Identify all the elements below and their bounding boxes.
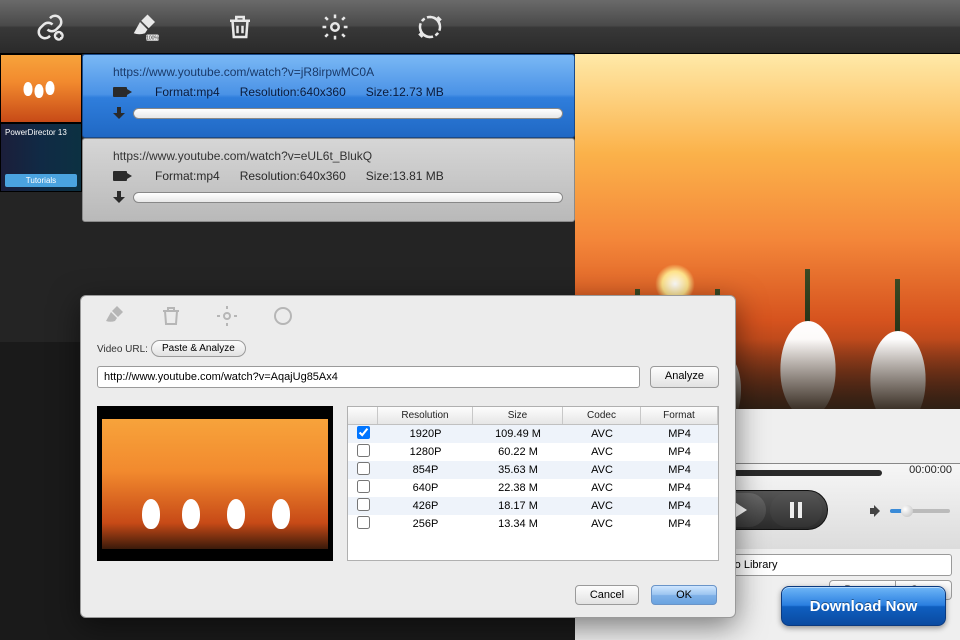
col-resolution[interactable]: Resolution xyxy=(378,407,473,424)
row-checkbox[interactable] xyxy=(357,444,370,457)
add-url-button[interactable] xyxy=(30,7,70,47)
svg-text:100%: 100% xyxy=(146,35,159,41)
download-icon xyxy=(113,191,125,203)
table-row[interactable]: 640P22.38 MAVCMP4 xyxy=(348,479,718,497)
cell-format: MP4 xyxy=(641,464,718,476)
queue-resolution: Resolution:640x360 xyxy=(240,85,346,99)
table-row[interactable]: 1920P109.49 MAVCMP4 xyxy=(348,425,718,443)
cell-size: 22.38 M xyxy=(473,482,563,494)
volume-control[interactable] xyxy=(870,504,950,518)
dialog-thumbnail xyxy=(97,406,333,561)
thumb-caption: PowerDirector 13 xyxy=(5,128,77,137)
pause-button[interactable] xyxy=(770,493,822,527)
thumb-caption: Tutorials xyxy=(5,174,77,187)
video-url-label: Video URL: xyxy=(97,344,148,355)
speaker-icon xyxy=(870,504,884,518)
video-icon xyxy=(113,87,127,97)
clean-brush-icon xyxy=(103,304,127,328)
trash-icon xyxy=(225,12,255,42)
queue-size: Size:12.73 MB xyxy=(366,85,444,99)
cell-format: MP4 xyxy=(641,518,718,530)
cell-codec: AVC xyxy=(563,482,641,494)
cell-size: 35.63 M xyxy=(473,464,563,476)
queue-format: Format:mp4 xyxy=(155,169,220,183)
cell-format: MP4 xyxy=(641,500,718,512)
progress-bar xyxy=(133,192,563,203)
link-add-icon xyxy=(35,12,65,42)
queue-resolution: Resolution:640x360 xyxy=(240,169,346,183)
cell-size: 109.49 M xyxy=(473,428,563,440)
dialog-toolbar xyxy=(81,296,735,336)
queue-format: Format:mp4 xyxy=(155,85,220,99)
ok-button[interactable]: OK xyxy=(651,585,717,605)
cell-codec: AVC xyxy=(563,446,641,458)
gear-icon xyxy=(215,304,239,328)
row-checkbox[interactable] xyxy=(357,480,370,493)
thumbnail-strip: PowerDirector 13 Tutorials xyxy=(0,54,82,192)
queue-url: https://www.youtube.com/watch?v=jR8irpwM… xyxy=(83,55,574,85)
table-row[interactable]: 854P35.63 MAVCMP4 xyxy=(348,461,718,479)
paste-analyze-button[interactable]: Paste & Analyze xyxy=(151,340,246,357)
resolution-table: Resolution Size Codec Format 1920P109.49… xyxy=(347,406,719,561)
cell-size: 60.22 M xyxy=(473,446,563,458)
video-url-input[interactable] xyxy=(97,366,640,388)
volume-slider[interactable] xyxy=(890,509,950,513)
cell-resolution: 426P xyxy=(378,500,473,512)
main-toolbar: 100% xyxy=(0,0,960,54)
row-checkbox[interactable] xyxy=(357,516,370,529)
row-checkbox[interactable] xyxy=(357,426,370,439)
trash-icon xyxy=(159,304,183,328)
row-checkbox[interactable] xyxy=(357,498,370,511)
queue-item[interactable]: https://www.youtube.com/watch?v=eUL6t_Bl… xyxy=(82,138,575,222)
clean-button[interactable]: 100% xyxy=(125,7,165,47)
row-checkbox[interactable] xyxy=(357,462,370,475)
progress-bar xyxy=(133,108,563,119)
table-row[interactable]: 256P13.34 MAVCMP4 xyxy=(348,515,718,533)
table-row[interactable]: 426P18.17 MAVCMP4 xyxy=(348,497,718,515)
clean-brush-icon: 100% xyxy=(130,12,160,42)
cell-resolution: 854P xyxy=(378,464,473,476)
delete-button[interactable] xyxy=(220,7,260,47)
video-icon xyxy=(113,171,127,181)
gear-icon xyxy=(320,12,350,42)
cell-resolution: 1920P xyxy=(378,428,473,440)
col-format[interactable]: Format xyxy=(641,407,718,424)
cell-codec: AVC xyxy=(563,500,641,512)
col-size[interactable]: Size xyxy=(473,407,563,424)
cell-size: 13.34 M xyxy=(473,518,563,530)
cell-resolution: 1280P xyxy=(378,446,473,458)
queue-thumb[interactable] xyxy=(0,54,82,123)
queue-thumb[interactable]: PowerDirector 13 Tutorials xyxy=(0,123,82,192)
queue-item[interactable]: https://www.youtube.com/watch?v=jR8irpwM… xyxy=(82,54,575,138)
globe-refresh-icon xyxy=(415,12,445,42)
cell-codec: AVC xyxy=(563,518,641,530)
cell-format: MP4 xyxy=(641,446,718,458)
cell-format: MP4 xyxy=(641,482,718,494)
cell-format: MP4 xyxy=(641,428,718,440)
cell-codec: AVC xyxy=(563,464,641,476)
timecode: 00:00:00 xyxy=(909,464,952,476)
queue-size: Size:13.81 MB xyxy=(366,169,444,183)
download-icon xyxy=(113,107,125,119)
volume-handle[interactable] xyxy=(901,505,913,517)
col-codec[interactable]: Codec xyxy=(563,407,641,424)
globe-refresh-icon xyxy=(271,304,295,328)
cell-resolution: 640P xyxy=(378,482,473,494)
analyze-button[interactable]: Analyze xyxy=(650,366,719,388)
cell-codec: AVC xyxy=(563,428,641,440)
cancel-button[interactable]: Cancel xyxy=(575,585,639,605)
download-now-button[interactable]: Download Now xyxy=(781,586,946,626)
update-button[interactable] xyxy=(410,7,450,47)
cell-size: 18.17 M xyxy=(473,500,563,512)
cell-resolution: 256P xyxy=(378,518,473,530)
queue-url: https://www.youtube.com/watch?v=eUL6t_Bl… xyxy=(83,139,574,169)
table-header: Resolution Size Codec Format xyxy=(348,407,718,425)
table-row[interactable]: 1280P60.22 MAVCMP4 xyxy=(348,443,718,461)
analyze-dialog: Video URL: Paste & Analyze Analyze Resol… xyxy=(80,295,736,618)
settings-button[interactable] xyxy=(315,7,355,47)
